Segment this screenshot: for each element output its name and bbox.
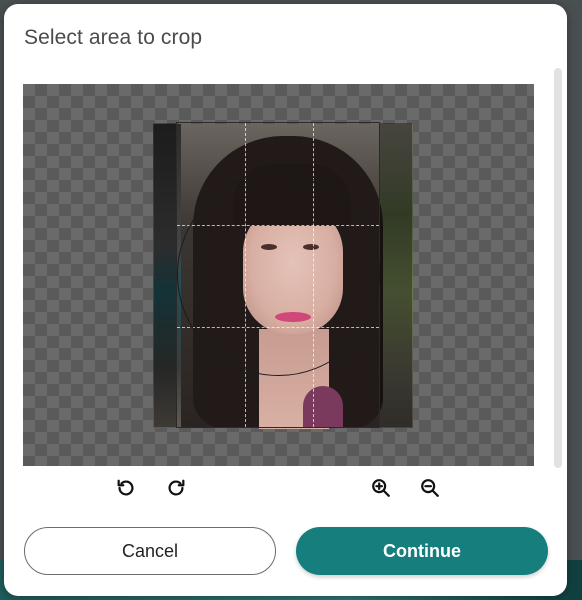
zoom-out-icon [419, 477, 441, 504]
crop-toolbar [4, 477, 567, 507]
scrollbar[interactable] [554, 68, 562, 468]
rotate-right-button[interactable] [163, 477, 189, 503]
crop-shade-right [380, 123, 412, 427]
continue-button[interactable]: Continue [296, 527, 548, 575]
zoom-in-icon [370, 477, 392, 504]
crop-dialog: Select area to crop Cancel Continue [4, 4, 567, 596]
rotate-left-icon [115, 477, 137, 504]
circle-guide [177, 173, 380, 376]
cancel-button[interactable]: Cancel [24, 527, 276, 575]
zoom-out-button[interactable] [417, 477, 443, 503]
crop-shade-left [154, 123, 176, 427]
crop-canvas[interactable] [23, 84, 534, 466]
rotate-left-button[interactable] [113, 477, 139, 503]
rotate-right-icon [165, 477, 187, 504]
crop-selection-box[interactable] [154, 122, 412, 428]
zoom-in-button[interactable] [368, 477, 394, 503]
dialog-title: Select area to crop [24, 26, 203, 49]
